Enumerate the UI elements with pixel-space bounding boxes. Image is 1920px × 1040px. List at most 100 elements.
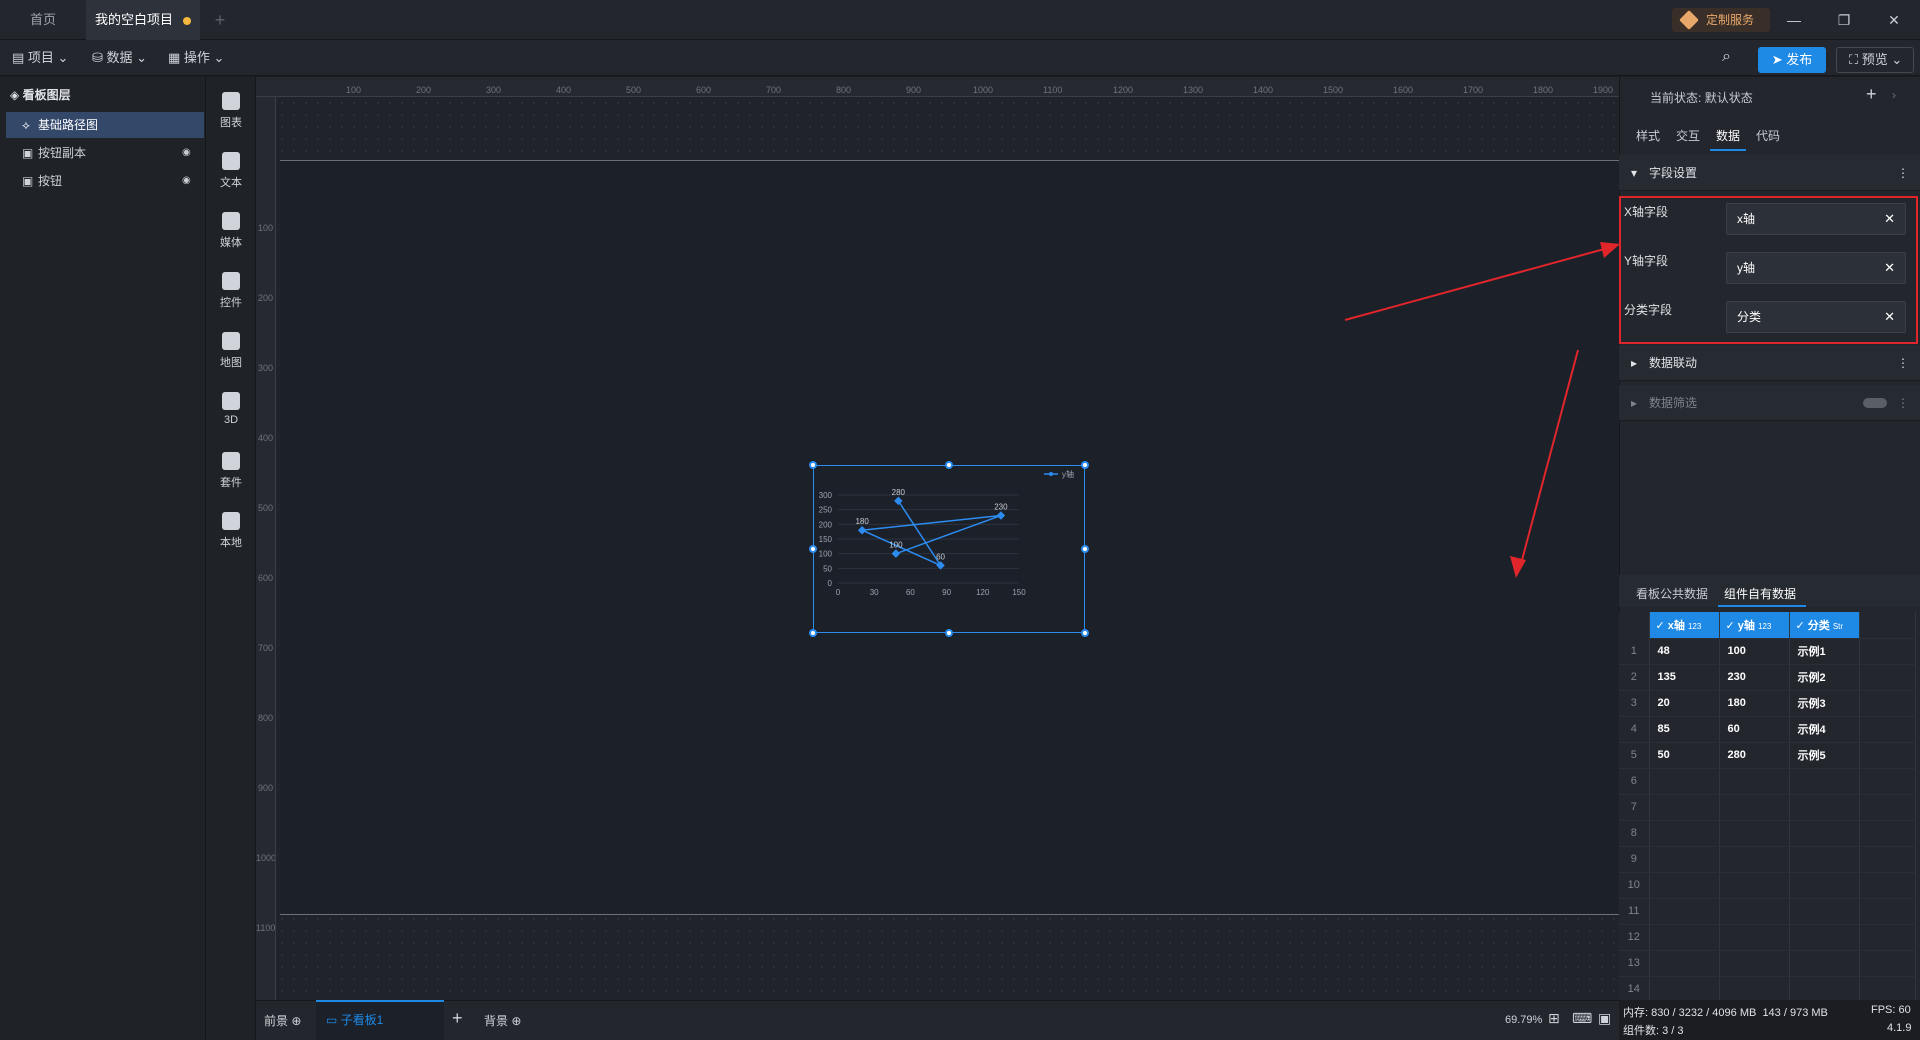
component-media[interactable]: 媒体 — [206, 204, 256, 262]
chart-widget[interactable]: 0 50 100 150 200 250 300 0 30 60 90 120 150 100 230 180… — [809, 461, 1089, 637]
component-local[interactable]: 本地 — [206, 504, 256, 562]
data-table[interactable]: ✓ x轴 123 ✓ y轴 123 ✓ 分类 Str 1 48 100 示例1 2 135… — [1619, 612, 1919, 1003]
add-circle-icon[interactable]: ⊕ — [291, 1014, 301, 1028]
data-filter-header[interactable]: ▸ 数据筛选 ⋮ — [1619, 385, 1920, 421]
table-cell[interactable] — [1719, 820, 1790, 847]
table-cell[interactable] — [1649, 976, 1720, 1003]
operation-menu[interactable]: ▦ 操作 ⌄ — [168, 40, 224, 76]
preview-button[interactable]: ⛶ 预览 ⌄ — [1836, 47, 1914, 73]
table-row[interactable]: 11 — [1619, 898, 1916, 925]
table-cell[interactable]: 示例3 — [1789, 690, 1860, 717]
table-cell[interactable]: 230 — [1719, 664, 1790, 691]
table-cell[interactable]: 48 — [1649, 638, 1720, 665]
resize-handle-b[interactable] — [945, 629, 953, 637]
table-cell[interactable] — [1719, 924, 1790, 951]
sub-board-tab[interactable]: ▭ 子看板1 — [316, 1000, 444, 1040]
table-cell[interactable]: 50 — [1649, 742, 1720, 769]
table-row[interactable]: 2 135 230 示例2 — [1619, 664, 1916, 691]
table-cell[interactable] — [1719, 976, 1790, 1003]
tab-code[interactable]: 代码 — [1756, 127, 1780, 144]
resize-handle-r[interactable] — [1081, 545, 1089, 553]
column-header-y[interactable]: ✓ y轴 123 — [1719, 612, 1790, 639]
component-chart[interactable]: 图表 — [206, 84, 256, 142]
tab-public-data[interactable]: 看板公共数据 — [1636, 585, 1708, 602]
eye-hidden-icon[interactable]: ◉ — [182, 140, 191, 166]
publish-button[interactable]: ➤ 发布 — [1758, 47, 1826, 73]
component-control[interactable]: 控件 — [206, 264, 256, 322]
background-layer-tab[interactable]: 背景 ⊕ — [484, 1012, 521, 1029]
table-cell[interactable]: 60 — [1719, 716, 1790, 743]
table-cell[interactable] — [1649, 898, 1720, 925]
tab-data[interactable]: 数据 — [1716, 127, 1740, 144]
table-row[interactable]: 14 — [1619, 976, 1916, 1003]
table-cell[interactable]: 180 — [1719, 690, 1790, 717]
table-cell[interactable] — [1789, 846, 1860, 873]
data-linkage-header[interactable]: ▸ 数据联动 ⋮ — [1619, 345, 1920, 381]
component-kit[interactable]: 套件 — [206, 444, 256, 502]
add-state-icon[interactable]: + — [1866, 84, 1877, 105]
more-icon[interactable]: ⋮ — [1897, 385, 1909, 421]
table-cell[interactable] — [1719, 846, 1790, 873]
table-cell[interactable] — [1789, 924, 1860, 951]
table-cell[interactable] — [1649, 872, 1720, 899]
chevron-right-icon[interactable]: › — [1892, 88, 1896, 102]
resize-handle-tr[interactable] — [1081, 461, 1089, 469]
add-tab-icon[interactable]: + — [210, 10, 230, 30]
tab-interaction[interactable]: 交互 — [1676, 127, 1700, 144]
field-settings-header[interactable]: ▾ 字段设置 ⋮ — [1619, 155, 1920, 191]
table-cell[interactable]: 示例1 — [1789, 638, 1860, 665]
terminal-icon[interactable]: ▣ — [1598, 1010, 1611, 1027]
table-cell[interactable] — [1789, 768, 1860, 795]
more-icon[interactable]: ⋮ — [1897, 345, 1909, 381]
table-cell[interactable] — [1649, 924, 1720, 951]
table-cell[interactable] — [1789, 794, 1860, 821]
layer-item-button-copy[interactable]: ▣ 按钮副本 ◉ — [6, 140, 204, 166]
component-text[interactable]: 文本 — [206, 144, 256, 202]
table-cell[interactable] — [1719, 950, 1790, 977]
layer-item-path-chart[interactable]: ⟡ 基础路径图 — [6, 112, 204, 138]
table-cell[interactable] — [1719, 898, 1790, 925]
table-row[interactable]: 7 — [1619, 794, 1916, 821]
table-cell[interactable]: 示例2 — [1789, 664, 1860, 691]
resize-handle-bl[interactable] — [809, 629, 817, 637]
resize-handle-br[interactable] — [1081, 629, 1089, 637]
tab-project[interactable]: 我的空白项目 — [86, 0, 200, 40]
table-cell[interactable] — [1719, 794, 1790, 821]
data-menu[interactable]: ⛁ 数据 ⌄ — [92, 40, 147, 76]
table-cell[interactable] — [1789, 950, 1860, 977]
table-row[interactable]: 9 — [1619, 846, 1916, 873]
custom-service-button[interactable]: 定制服务 — [1672, 8, 1770, 32]
table-row[interactable]: 6 — [1619, 768, 1916, 795]
table-row[interactable]: 4 85 60 示例4 — [1619, 716, 1916, 743]
table-cell[interactable] — [1719, 768, 1790, 795]
column-header-category[interactable]: ✓ 分类 Str — [1789, 612, 1860, 639]
table-row[interactable]: 10 — [1619, 872, 1916, 899]
tab-style[interactable]: 样式 — [1636, 127, 1660, 144]
add-board-icon[interactable]: + — [452, 1008, 463, 1029]
table-cell[interactable] — [1719, 872, 1790, 899]
add-circle-icon[interactable]: ⊕ — [511, 1014, 521, 1028]
resize-handle-l[interactable] — [809, 545, 817, 553]
table-row[interactable]: 3 20 180 示例3 — [1619, 690, 1916, 717]
component-3d[interactable]: 3D — [206, 384, 256, 442]
resize-handle-tl[interactable] — [809, 461, 817, 469]
table-cell[interactable] — [1649, 950, 1720, 977]
more-icon[interactable]: ⋮ — [1897, 155, 1909, 191]
table-cell[interactable] — [1649, 794, 1720, 821]
layer-item-button[interactable]: ▣ 按钮 ◉ — [6, 168, 204, 194]
table-row[interactable]: 1 48 100 示例1 — [1619, 638, 1916, 665]
zoom-level[interactable]: 69.79% — [1505, 1014, 1542, 1026]
table-cell[interactable]: 280 — [1719, 742, 1790, 769]
minimize-icon[interactable]: — — [1784, 10, 1804, 30]
table-cell[interactable]: 20 — [1649, 690, 1720, 717]
table-row[interactable]: 8 — [1619, 820, 1916, 847]
restore-icon[interactable]: ❐ — [1834, 10, 1854, 30]
table-cell[interactable]: 85 — [1649, 716, 1720, 743]
table-cell[interactable]: 135 — [1649, 664, 1720, 691]
eye-hidden-icon[interactable]: ◉ — [182, 168, 191, 194]
table-cell[interactable] — [1649, 846, 1720, 873]
table-cell[interactable]: 示例5 — [1789, 742, 1860, 769]
table-cell[interactable]: 100 — [1719, 638, 1790, 665]
table-row[interactable]: 12 — [1619, 924, 1916, 951]
tab-home[interactable]: 首页 — [0, 0, 86, 40]
